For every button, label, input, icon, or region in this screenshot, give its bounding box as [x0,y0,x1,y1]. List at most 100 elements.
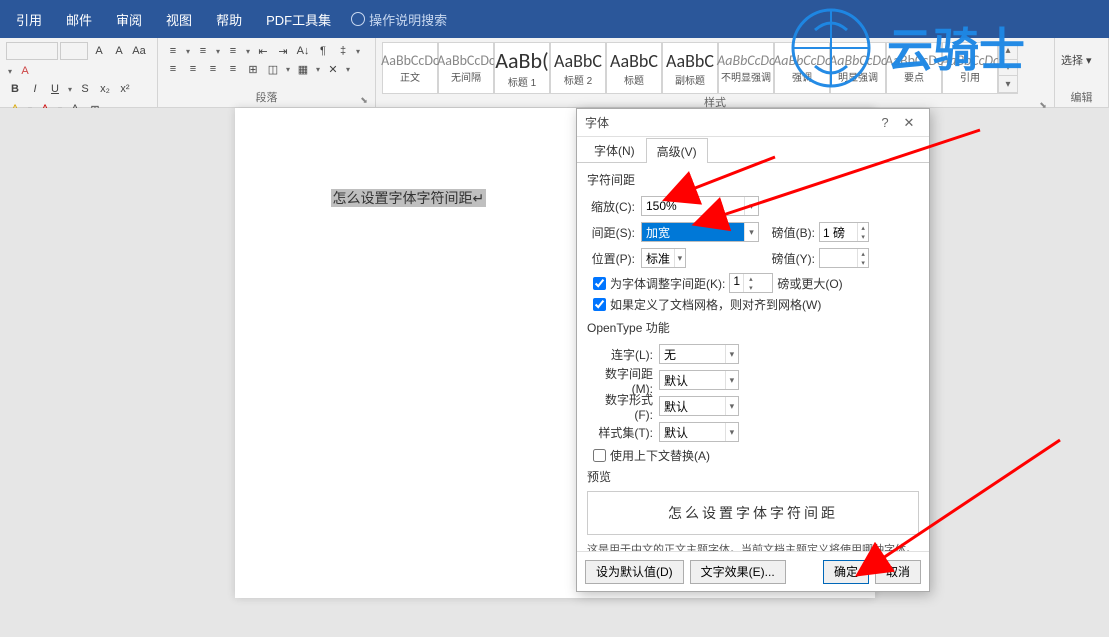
chevron-down-icon[interactable]: ▾ [725,371,738,389]
shading-btn[interactable]: ◫ [264,60,282,78]
style-item[interactable]: AaBbC标题 2 [550,42,606,94]
document-area[interactable]: 怎么设置字体字符间距↵ [0,108,1109,637]
tab-references[interactable]: 引用 [4,0,54,38]
tab-view[interactable]: 视图 [154,0,204,38]
indent-inc-btn[interactable]: ⇥ [274,42,292,60]
chevron-down-icon[interactable]: ▾ [354,42,362,60]
chevron-down-icon[interactable]: ▾ [66,80,74,98]
by1-spin[interactable]: ▴▾ [819,222,869,242]
help-button[interactable]: ? [873,115,897,130]
align-right-btn[interactable]: ≡ [204,60,222,78]
numform-combo[interactable]: ▾ [659,396,739,416]
spin-down-icon[interactable]: ▾ [744,283,757,292]
style-item[interactable]: AaBbCcDc无间隔 [438,42,494,94]
tab-mailings[interactable]: 邮件 [54,0,104,38]
sub-btn[interactable]: x₂ [96,80,114,98]
chevron-down-icon[interactable]: ▾ [244,42,252,60]
font-family-btn[interactable] [6,42,58,60]
font-size-btn[interactable] [60,42,88,60]
scale-input[interactable] [642,197,744,215]
spin-down-icon[interactable]: ▾ [858,258,868,267]
numform-input[interactable] [660,397,725,415]
label-spacing: 间距(S): [587,224,641,241]
chevron-down-icon[interactable]: ▾ [725,397,738,415]
clear-format-btn[interactable]: A [16,62,34,80]
chevron-down-icon[interactable]: ▾ [725,345,738,363]
tab-review[interactable]: 审阅 [104,0,154,38]
align-center-btn[interactable]: ≡ [184,60,202,78]
chevron-down-icon[interactable]: ▾ [744,197,758,215]
chevron-down-icon[interactable]: ▾ [184,42,192,60]
numsp-input[interactable] [660,371,725,389]
chevron-down-icon[interactable]: ▾ [674,249,685,267]
change-case-btn[interactable]: Aa [130,42,148,60]
ligatures-input[interactable] [660,345,725,363]
scale-combo[interactable]: ▾ [641,196,759,216]
chevron-down-icon[interactable]: ▾ [284,60,292,78]
style-item[interactable]: AaBbCcDc正文 [382,42,438,94]
spin-up-icon[interactable]: ▴ [858,249,868,258]
tell-me-search[interactable]: 操作说明搜索 [343,10,455,29]
cancel-button[interactable]: 取消 [875,560,921,584]
dialog-launcher-icon[interactable]: ⬊ [359,95,369,105]
linespacing-btn[interactable]: ‡ [334,42,352,60]
sup-btn[interactable]: x² [116,80,134,98]
borders-btn[interactable]: ▦ [294,60,312,78]
by2-input[interactable] [820,249,857,267]
position-combo[interactable]: ▾ [641,248,686,268]
kerning-checkbox[interactable] [593,277,606,290]
style-item[interactable]: AaBb(标题 1 [494,42,550,94]
ligatures-combo[interactable]: ▾ [659,344,739,364]
align-justify-btn[interactable]: ≡ [224,60,242,78]
tab-font-advanced[interactable]: 高级(V) [646,138,708,163]
styleset-input[interactable] [660,423,725,441]
by1-input[interactable] [820,223,857,241]
tab-help[interactable]: 帮助 [204,0,254,38]
tab-font-basic[interactable]: 字体(N) [583,137,646,162]
chevron-down-icon[interactable]: ▾ [6,62,14,80]
numsp-combo[interactable]: ▾ [659,370,739,390]
text-effects-button[interactable]: 文字效果(E)... [690,560,786,584]
by2-spin[interactable]: ▴▾ [819,248,869,268]
spin-down-icon[interactable]: ▾ [858,232,868,241]
context-checkbox[interactable] [593,449,606,462]
grow-font-btn[interactable]: A [90,42,108,60]
chevron-down-icon[interactable]: ▾ [214,42,222,60]
kern-input[interactable] [730,274,743,287]
style-item[interactable]: AaBbC标题 [606,42,662,94]
numbering-btn[interactable]: ≡ [194,42,212,60]
spacing-input[interactable] [642,223,744,241]
label-kerning: 为字体调整字间距(K): [610,275,725,292]
styleset-combo[interactable]: ▾ [659,422,739,442]
close-button[interactable]: ✕ [897,115,921,131]
ok-button[interactable]: 确定 [823,560,869,584]
chevron-down-icon[interactable]: ▾ [344,60,352,78]
italic-btn[interactable]: I [26,80,44,98]
spacing-combo[interactable]: ▾ [641,222,759,242]
strike-btn[interactable]: S [76,80,94,98]
tab-pdf[interactable]: PDF工具集 [254,0,343,38]
spin-up-icon[interactable]: ▴ [858,223,868,232]
style-item[interactable]: AaBbC副标题 [662,42,718,94]
distribute-btn[interactable]: ⊞ [244,60,262,78]
shrink-font-btn[interactable]: A [110,42,128,60]
set-default-button[interactable]: 设为默认值(D) [585,560,684,584]
sort-btn[interactable]: A↓ [294,42,312,60]
indent-dec-btn[interactable]: ⇤ [254,42,272,60]
chevron-down-icon[interactable]: ▾ [314,60,322,78]
label-scale: 缩放(C): [587,198,641,215]
bold-btn[interactable]: B [6,80,24,98]
position-input[interactable] [642,249,674,267]
bullets-btn[interactable]: ≡ [164,42,182,60]
underline-btn[interactable]: U [46,80,64,98]
chevron-down-icon[interactable]: ▾ [725,423,738,441]
grid-checkbox[interactable] [593,298,606,311]
multilevel-btn[interactable]: ≡ [224,42,242,60]
spin-up-icon[interactable]: ▴ [744,274,757,283]
style-item[interactable]: AaBbCcDc不明显强调 [718,42,774,94]
chevron-down-icon[interactable]: ▾ [744,223,758,241]
cn-layout-btn[interactable]: ✕ [324,60,342,78]
kern-spin[interactable]: ▴▾ [729,273,773,293]
show-marks-btn[interactable]: ¶ [314,42,332,60]
align-left-btn[interactable]: ≡ [164,60,182,78]
